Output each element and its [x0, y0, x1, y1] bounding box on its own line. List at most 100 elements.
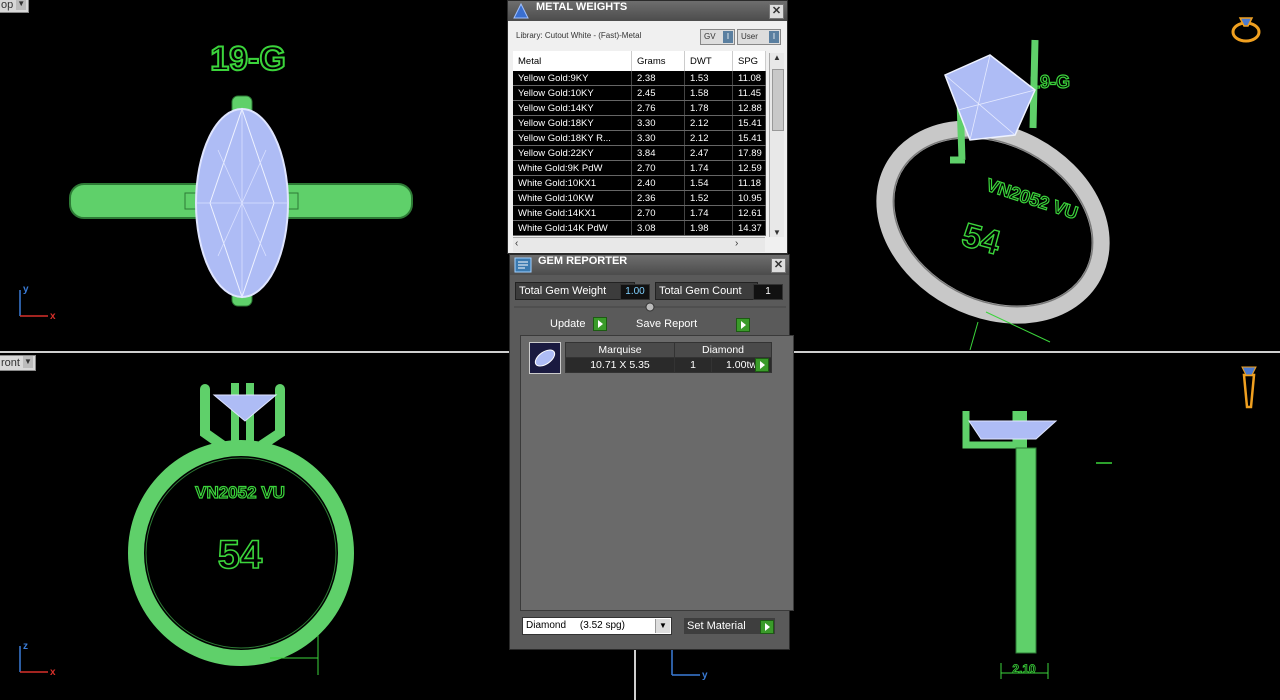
chevron-down-icon: ▼: [655, 619, 670, 633]
front-viewport[interactable]: ront ▼ VN2052 VU 54 z x: [0, 353, 505, 700]
top-viewport[interactable]: op ▼ 19-G y x: [0, 0, 505, 350]
splitter-handle[interactable]: [514, 301, 786, 313]
set-material-button[interactable]: Set Material: [684, 618, 775, 634]
table-cell: Yellow Gold:9KY: [513, 71, 632, 86]
svg-text:54: 54: [958, 216, 1004, 263]
gem-material: Diamond: [674, 342, 772, 358]
gv-toggle[interactable]: GV I: [700, 29, 735, 45]
table-cell: 1.74: [684, 205, 733, 221]
vertical-scrollbar[interactable]: ▲ ▼: [769, 53, 784, 237]
table-cell: 1.58: [684, 85, 733, 101]
table-row[interactable]: Yellow Gold:14KY 2.76 1.78 12.88: [513, 100, 766, 116]
table-row[interactable]: White Gold:14K PdW 3.08 1.98 14.37: [513, 220, 766, 236]
gem-reporter-icon: [514, 257, 532, 273]
table-cell: White Gold:14KX1: [513, 205, 632, 221]
perspective-viewport[interactable]: 19-G VN2052 VU 54: [790, 0, 1280, 350]
table-cell: Yellow Gold:18KY: [513, 115, 632, 131]
close-icon[interactable]: ✕: [771, 258, 786, 273]
marquise-gem-icon[interactable]: [529, 342, 561, 374]
table-cell: 11.18: [732, 175, 766, 191]
column-header-grams[interactable]: Grams: [631, 51, 685, 71]
table-row[interactable]: White Gold:14KX1 2.70 1.74 12.61: [513, 205, 766, 221]
table-row[interactable]: Yellow Gold:18KY R... 3.30 2.12 15.41: [513, 130, 766, 146]
table-row[interactable]: White Gold:10KX1 2.40 1.54 11.18: [513, 175, 766, 191]
front-view-model: VN2052 VU 54: [128, 383, 354, 675]
metal-weights-panel[interactable]: METAL WEIGHTS ✕ Library: Cutout White - …: [507, 0, 788, 254]
table-cell: 2.70: [631, 160, 685, 176]
column-header-spg[interactable]: SPG: [732, 51, 766, 71]
gem-side: [968, 420, 1058, 440]
table-cell: 15.41: [732, 115, 766, 131]
ring-view-icon[interactable]: [1228, 8, 1268, 48]
table-cell: 1.52: [684, 190, 733, 206]
table-row[interactable]: Yellow Gold:22KY 3.84 2.47 17.89: [513, 145, 766, 161]
table-cell: White Gold:9K PdW: [513, 160, 632, 176]
svg-text:2.10: 2.10: [1012, 662, 1036, 676]
table-cell: 2.36: [631, 190, 685, 206]
metal-weights-titlebar[interactable]: METAL WEIGHTS ✕: [508, 1, 787, 21]
table-cell: 1.74: [684, 160, 733, 176]
table-cell: 3.84: [631, 145, 685, 161]
table-row[interactable]: Yellow Gold:10KY 2.45 1.58 11.45: [513, 85, 766, 101]
top-view-model: 19-G: [69, 39, 413, 307]
gem-reporter-panel[interactable]: GEM REPORTER ✕ Total Gem Weight 1.00 Tot…: [509, 254, 794, 650]
table-cell: Yellow Gold:22KY: [513, 145, 632, 161]
table-cell: 3.30: [631, 130, 685, 146]
total-gem-count-value: 1: [753, 284, 783, 300]
table-row[interactable]: White Gold:9K PdW 2.70 1.74 12.59: [513, 160, 766, 176]
table-cell: 17.89: [732, 145, 766, 161]
table-cell: 2.12: [684, 130, 733, 146]
update-button[interactable]: Update: [550, 316, 607, 332]
table-cell: 3.30: [631, 115, 685, 131]
column-header-metal[interactable]: Metal: [513, 51, 632, 71]
total-gem-count-label: Total Gem Count: [655, 282, 758, 300]
svg-text:y: y: [23, 284, 29, 295]
column-header-dwt[interactable]: DWT: [684, 51, 733, 71]
engraving-line-1: VN2052 VU: [195, 483, 285, 502]
gem-front: [212, 394, 278, 422]
table-cell: 10.95: [732, 190, 766, 206]
table-cell: 15.41: [732, 130, 766, 146]
metal-weights-body: Library: Cutout White - (Fast)-Metal GV I…: [508, 21, 787, 253]
close-icon[interactable]: ✕: [769, 4, 784, 19]
gem-count: 1: [674, 357, 712, 373]
table-cell: Yellow Gold:10KY: [513, 85, 632, 101]
metal-weights-title: METAL WEIGHTS: [536, 1, 628, 13]
ring-side-icon[interactable]: [1234, 363, 1264, 413]
svg-text:z: z: [23, 641, 28, 652]
table-cell: 11.45: [732, 85, 766, 101]
material-select[interactable]: Diamond (3.52 spg) ▼: [522, 617, 672, 635]
table-row[interactable]: Yellow Gold:18KY 3.30 2.12 15.41: [513, 115, 766, 131]
table-cell: 1.54: [684, 175, 733, 191]
gem-list[interactable]: Marquise Diamond 10.71 X 5.35 1 1.00tw: [520, 335, 794, 611]
horizontal-scrollbar[interactable]: ‹ ›: [513, 237, 765, 252]
table-cell: 2.70: [631, 205, 685, 221]
table-cell: 2.45: [631, 85, 685, 101]
table-cell: 12.88: [732, 100, 766, 116]
table-cell: 1.98: [684, 220, 733, 236]
table-cell: 14.37: [732, 220, 766, 236]
table-cell: 11.08: [732, 71, 766, 86]
ring-shank-side: [1015, 447, 1037, 654]
gem-reporter-titlebar[interactable]: GEM REPORTER ✕: [510, 255, 789, 275]
play-icon: [760, 620, 774, 634]
table-cell: 2.40: [631, 175, 685, 191]
table-row[interactable]: White Gold:10KW 2.36 1.52 10.95: [513, 190, 766, 206]
metal-weights-table[interactable]: Metal Grams DWT SPG Yellow Gold:9KY 2.38 1…: [513, 51, 766, 236]
save-report-button[interactable]: Save Report: [636, 316, 750, 332]
table-cell: 1.53: [684, 71, 733, 86]
gem-row-play-icon[interactable]: [755, 358, 769, 372]
library-label: Library: Cutout White - (Fast)-Metal: [516, 31, 642, 40]
play-icon: [592, 317, 607, 332]
table-cell: Yellow Gold:14KY: [513, 100, 632, 116]
gem-row[interactable]: Marquise Diamond 10.71 X 5.35 1 1.00tw: [565, 342, 772, 373]
gem-reporter-title: GEM REPORTER: [538, 255, 628, 267]
engraving-text: 19-G: [210, 40, 286, 78]
table-cell: White Gold:10KW: [513, 190, 632, 206]
user-toggle[interactable]: User I: [737, 29, 781, 45]
axis-gizmo: y x: [19, 284, 56, 322]
metal-weights-icon: [513, 2, 529, 19]
table-cell: 2.12: [684, 115, 733, 131]
table-cell: 2.38: [631, 71, 685, 86]
table-row[interactable]: Yellow Gold:9KY 2.38 1.53 11.08: [513, 71, 766, 86]
